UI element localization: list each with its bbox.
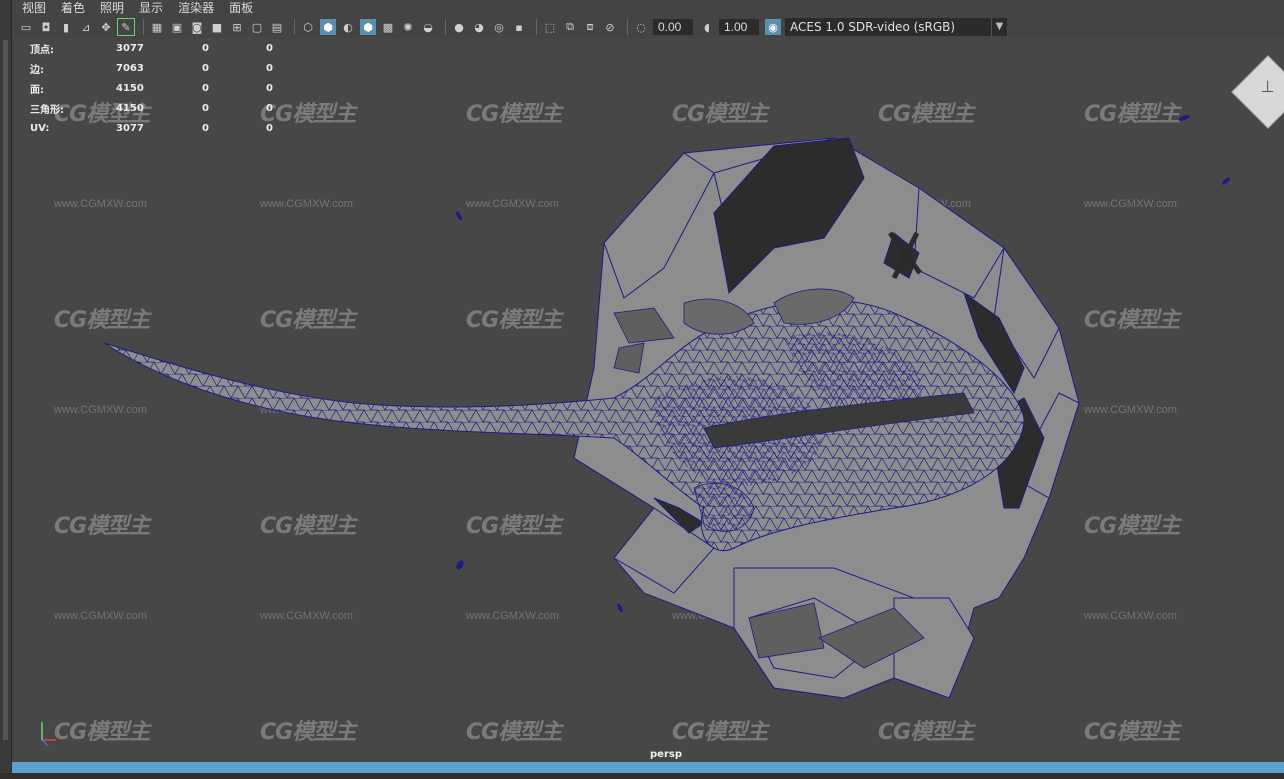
bookmark-icon[interactable]: ▮ (58, 19, 74, 35)
film-gate-icon[interactable]: ▣ (169, 19, 185, 35)
mesh-render (103, 115, 1231, 699)
hud-label: UV: (30, 122, 50, 134)
hud-row-uvs: UV: 3077 0 0 (30, 118, 306, 138)
depth-of-field-icon[interactable]: ▪ (511, 19, 527, 35)
chevron-down-icon[interactable]: ▼ (991, 18, 1007, 36)
toolbar-separator (445, 19, 446, 35)
2d-pan-zoom-icon[interactable]: ✥ (98, 19, 114, 35)
grease-pencil-icon[interactable]: ✎ (117, 18, 135, 36)
x-ray-icon[interactable]: ⧉ (562, 19, 578, 35)
smooth-shade-icon[interactable]: ⬢ (320, 19, 336, 35)
safe-action-icon[interactable]: ▢ (249, 19, 265, 35)
menu-panels[interactable]: 面板 (229, 0, 253, 16)
view-transform-select[interactable]: ACES 1.0 SDR-video (sRGB) ▼ (785, 18, 1007, 36)
toolbar-separator (294, 19, 295, 35)
bottom-edge (0, 773, 1284, 779)
default-material-icon[interactable]: ◐ (340, 19, 356, 35)
hud-row-triangles: 三角形: 4150 0 0 (30, 98, 306, 118)
safe-title-icon[interactable]: ▤ (269, 19, 285, 35)
hud-value: 0 (202, 42, 209, 54)
wireframe-on-shaded-icon[interactable]: ⬢ (360, 19, 376, 35)
menu-view[interactable]: 视图 (22, 0, 46, 16)
dock-strip (3, 40, 8, 740)
camera-name-label: persp (650, 749, 682, 760)
hud-value: 0 (202, 62, 209, 74)
resolution-gate-icon[interactable]: ◙ (189, 19, 205, 35)
hud-value: 0 (266, 62, 273, 74)
toolbar-separator (627, 19, 628, 35)
anti-aliasing-icon[interactable]: ◎ (491, 19, 507, 35)
wireframe-icon[interactable]: ⬡ (300, 19, 316, 35)
hud-row-faces: 面: 4150 0 0 (30, 78, 306, 98)
panel-toolbar: ▭ ◘ ▮ ⊿ ✥ ✎ ▦ ▣ ◙ ■ ⊞ ▢ ▤ ⬡ ⬢ ◐ ⬢ ▩ ✺ ◒ … (12, 16, 1284, 38)
hud-label: 顶点: (30, 44, 54, 56)
axis-gizmo (41, 722, 56, 747)
3d-viewport[interactable]: CG模型主 www.CGMXW.com CG模型主 www.CGMXW.com CG模型… (14, 38, 1284, 762)
motion-blur-icon[interactable]: ◕ (471, 19, 487, 35)
hud-value: 0 (202, 102, 209, 114)
image-plane-icon[interactable]: ⊿ (78, 19, 94, 35)
hud-value: 3077 (116, 122, 144, 134)
hud-value: 4150 (116, 82, 144, 94)
hud-value: 0 (266, 42, 273, 54)
view-transform-value: ACES 1.0 SDR-video (sRGB) (790, 20, 956, 34)
shadows-icon[interactable]: ◒ (420, 19, 436, 35)
hud-value: 0 (202, 82, 209, 94)
menu-renderer[interactable]: 渲染器 (178, 0, 214, 16)
hud-value: 7063 (116, 62, 144, 74)
camera-attributes-icon[interactable]: ◘ (38, 19, 54, 35)
hud-label: 三角形: (30, 104, 64, 116)
menu-shading[interactable]: 着色 (61, 0, 85, 16)
field-chart-icon[interactable]: ⊞ (229, 19, 245, 35)
view-cube-face-icon: ⊥ (1260, 77, 1275, 97)
menu-lighting[interactable]: 照明 (100, 0, 124, 16)
hud-value: 3077 (116, 42, 144, 54)
hud-row-vertices: 顶点: 3077 0 0 (30, 38, 306, 58)
isolate-select-icon[interactable]: ⬚ (542, 19, 558, 35)
gamma-icon[interactable]: ◖ (699, 19, 715, 35)
hud-value: 0 (266, 82, 273, 94)
exposure-field[interactable]: 0.00 (653, 19, 693, 35)
camera-select-icon[interactable]: ▭ (18, 19, 34, 35)
menu-show[interactable]: 显示 (139, 0, 163, 16)
backface-culling-icon[interactable]: ⊘ (602, 19, 618, 35)
screen-space-ao-icon[interactable]: ● (451, 19, 467, 35)
hud-label: 面: (30, 84, 44, 96)
hud-value: 0 (266, 102, 273, 114)
toolbar-separator (143, 19, 144, 35)
timeline-bar[interactable] (12, 762, 1284, 773)
lights-icon[interactable]: ✺ (400, 19, 416, 35)
toolbar-separator (536, 19, 537, 35)
hud-row-edges: 边: 7063 0 0 (30, 58, 306, 78)
panel-menubar: 视图 着色 照明 显示 渲染器 面板 (12, 0, 1284, 16)
gamma-field[interactable]: 1.00 (719, 19, 759, 35)
gate-mask-icon[interactable]: ■ (209, 19, 225, 35)
color-management-icon[interactable]: ◉ (765, 19, 781, 35)
hud-value: 0 (266, 122, 273, 134)
poly-count-hud: 顶点: 3077 0 0 边: 7063 0 0 面: 4150 0 0 三角形… (30, 38, 306, 138)
hud-value: 4150 (116, 102, 144, 114)
hud-label: 边: (30, 64, 44, 76)
grid-icon[interactable]: ▦ (149, 19, 165, 35)
hud-value: 0 (202, 122, 209, 134)
x-ray-joints-icon[interactable]: ⧈ (582, 19, 598, 35)
exposure-icon[interactable]: ◌ (633, 19, 649, 35)
textured-icon[interactable]: ▩ (380, 19, 396, 35)
left-dock-edge (0, 0, 12, 779)
